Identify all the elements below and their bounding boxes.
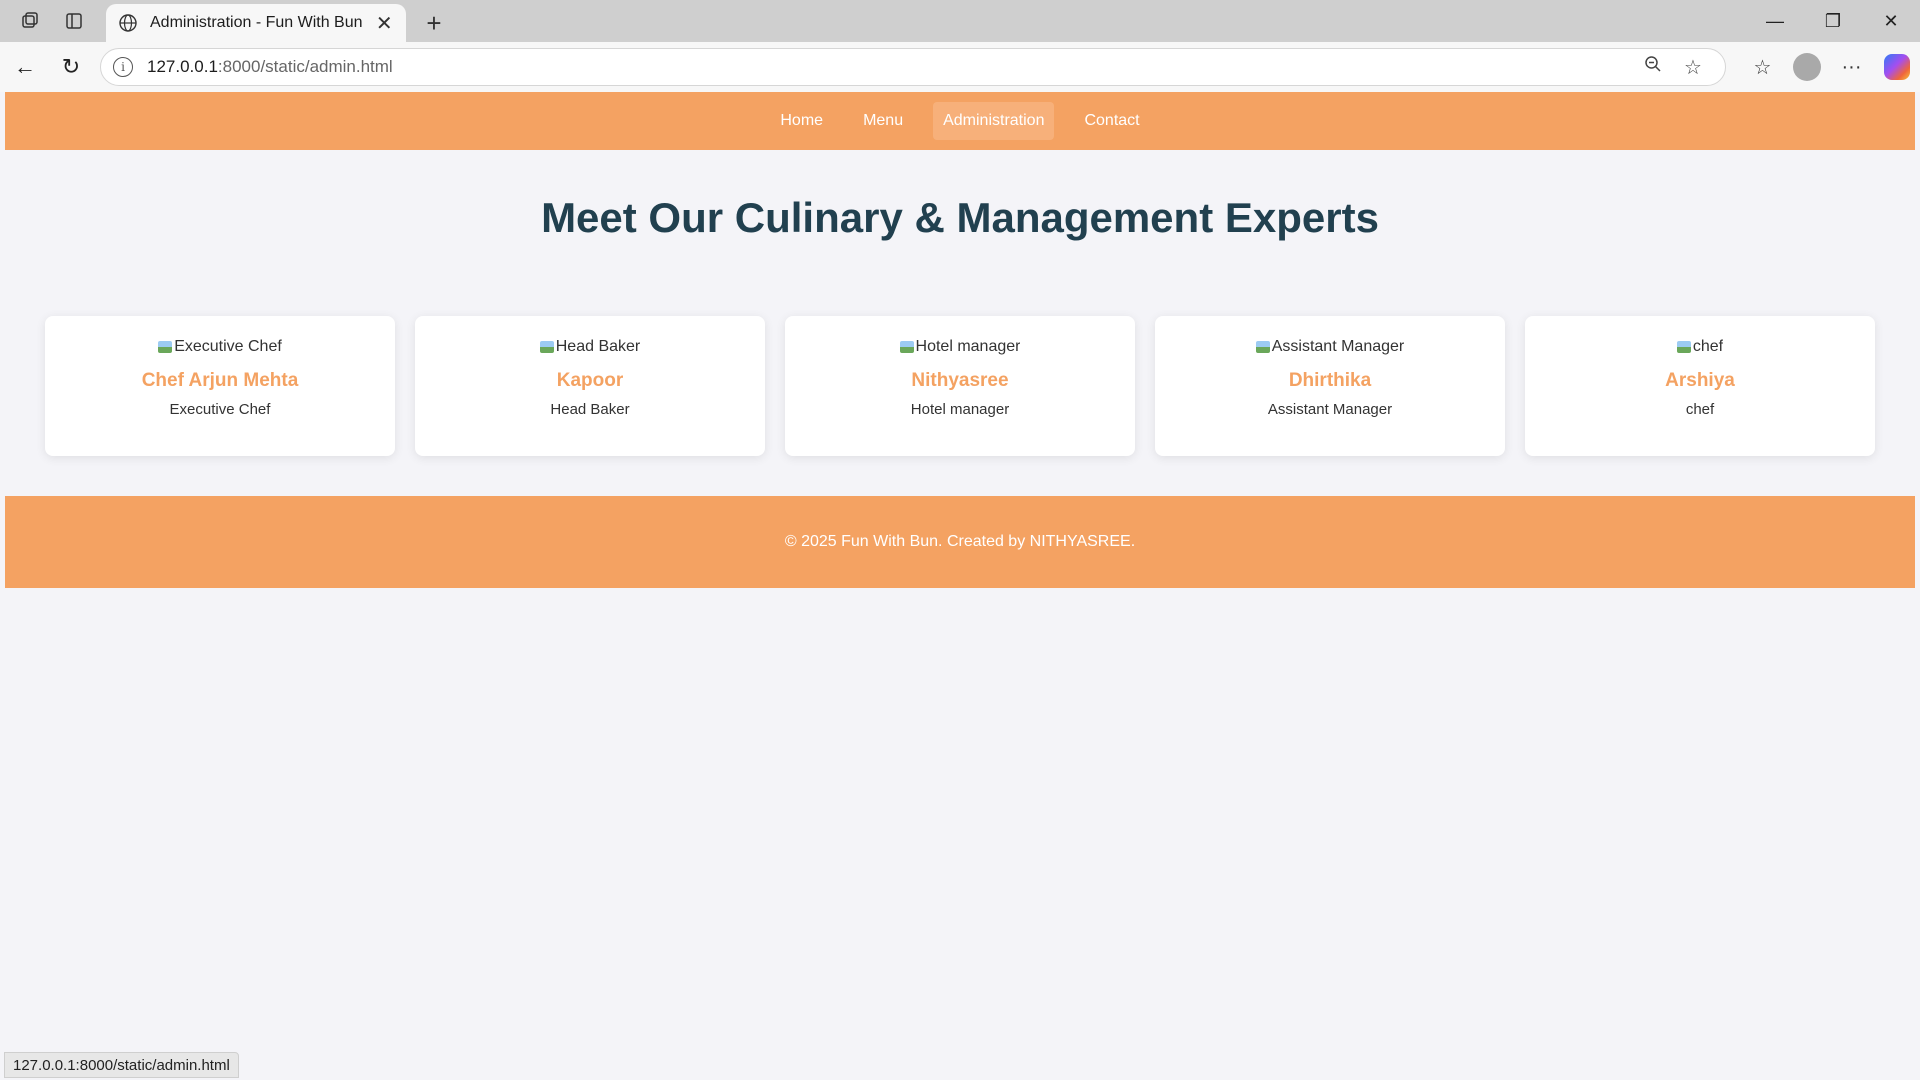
- team-card: chef Arshiya chef: [1525, 316, 1875, 456]
- browser-toolbar: ← ↻ i 127.0.0.1 :8000/static/admin.html …: [0, 42, 1920, 92]
- address-bar[interactable]: i 127.0.0.1 :8000/static/admin.html ☆: [100, 48, 1726, 86]
- member-photo: Executive Chef: [158, 336, 282, 358]
- footer-text: © 2025 Fun With Bun. Created by NITHYASR…: [784, 533, 1136, 550]
- more-icon[interactable]: ···: [1829, 44, 1874, 90]
- info-icon[interactable]: i: [113, 57, 133, 77]
- member-role: Assistant Manager: [1267, 401, 1393, 418]
- team-card: Hotel manager Nithyasree Hotel manager: [785, 316, 1135, 456]
- zoom-icon[interactable]: [1633, 55, 1673, 79]
- page-title: Meet Our Culinary & Management Experts: [541, 194, 1379, 241]
- favorites-icon[interactable]: ☆: [1740, 44, 1785, 90]
- nav-home[interactable]: Home: [770, 102, 833, 140]
- member-name: Arshiya: [1665, 370, 1735, 391]
- nav-menu[interactable]: Menu: [853, 102, 913, 140]
- new-tab-icon[interactable]: +: [412, 4, 456, 42]
- member-role: Head Baker: [550, 401, 630, 418]
- member-name: Dhirthika: [1288, 370, 1372, 391]
- member-name: Chef Arjun Mehta: [141, 370, 299, 391]
- broken-image-icon: [539, 341, 554, 353]
- tab-title: Administration - Fun With Bun: [150, 14, 363, 31]
- copilot-icon[interactable]: [1884, 54, 1910, 80]
- member-role: Hotel manager: [910, 401, 1010, 418]
- team-card: Executive Chef Chef Arjun Mehta Executiv…: [45, 316, 395, 456]
- member-role: chef: [1685, 401, 1715, 418]
- member-name: Kapoor: [556, 370, 624, 391]
- nav-contact[interactable]: Contact: [1074, 102, 1149, 140]
- member-name: Nithyasree: [911, 370, 1009, 391]
- browser-titlebar: Administration - Fun With Bun ✕ + — ❐ ✕: [0, 0, 1920, 42]
- member-role: Executive Chef: [169, 401, 271, 418]
- back-icon[interactable]: ←: [2, 44, 48, 90]
- page-viewport: Home Menu Administration Contact Meet Ou…: [5, 92, 1915, 1080]
- browser-right-tools: ☆ ···: [1740, 42, 1920, 92]
- close-icon[interactable]: ✕: [375, 11, 394, 36]
- favorite-star-icon[interactable]: ☆: [1673, 55, 1713, 80]
- url-path: :8000/static/admin.html: [217, 57, 393, 76]
- window-close-icon[interactable]: ✕: [1862, 0, 1920, 42]
- profile-icon[interactable]: [1793, 53, 1821, 81]
- team-card: Head Baker Kapoor Head Baker: [415, 316, 765, 456]
- broken-image-icon: [1676, 341, 1691, 353]
- team-card: Assistant Manager Dhirthika Assistant Ma…: [1155, 316, 1505, 456]
- broken-image-icon: [158, 341, 173, 353]
- site-navbar: Home Menu Administration Contact: [5, 92, 1915, 150]
- nav-administration[interactable]: Administration: [933, 102, 1055, 140]
- window-controls: — ❐ ✕: [1746, 0, 1920, 42]
- workspaces-icon[interactable]: [8, 0, 52, 42]
- site-footer: © 2025 Fun With Bun. Created by NITHYASR…: [5, 496, 1915, 588]
- member-photo: chef: [1676, 336, 1723, 358]
- restore-icon[interactable]: ❐: [1804, 0, 1862, 42]
- team-cards: Executive Chef Chef Arjun Mehta Executiv…: [5, 316, 1915, 456]
- status-bar-url: 127.0.0.1:8000/static/admin.html: [4, 1052, 239, 1078]
- broken-image-icon: [899, 341, 914, 353]
- member-photo: Hotel manager: [899, 336, 1020, 358]
- member-photo: Assistant Manager: [1255, 336, 1404, 358]
- minimize-icon[interactable]: —: [1746, 0, 1804, 42]
- globe-icon: [118, 13, 138, 33]
- broken-image-icon: [1255, 341, 1270, 353]
- tab-actions-icon[interactable]: [52, 0, 96, 42]
- url-host: 127.0.0.1: [147, 57, 218, 76]
- member-photo: Head Baker: [539, 336, 640, 358]
- reload-icon[interactable]: ↻: [48, 44, 94, 90]
- browser-tab-active[interactable]: Administration - Fun With Bun ✕: [106, 4, 406, 42]
